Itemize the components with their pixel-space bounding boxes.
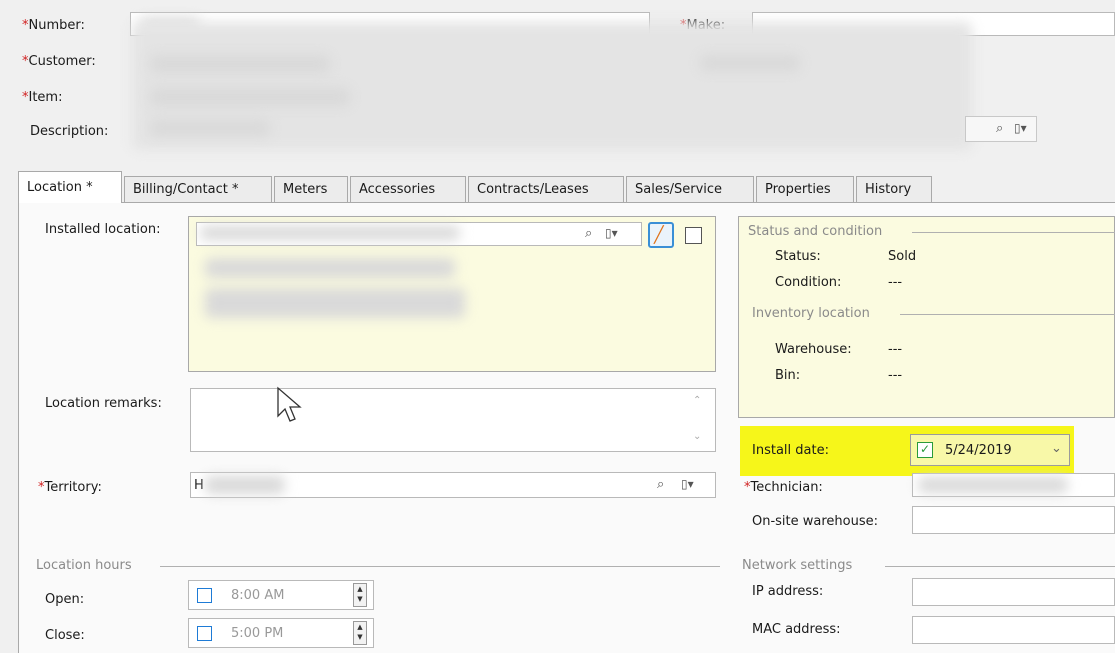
redacted-technician xyxy=(918,477,1068,493)
close-enable-checkbox[interactable] xyxy=(197,626,212,641)
location-remarks-field[interactable]: ⌃ ⌄ xyxy=(190,388,716,452)
inventory-group-title: Inventory location xyxy=(752,306,876,321)
lookup-menu-icon[interactable]: ▯▾ xyxy=(1014,121,1027,135)
close-time-spinner[interactable]: ▲ ▼ xyxy=(353,621,367,645)
technician-label: *Technician: xyxy=(744,480,823,495)
location-hours-divider xyxy=(160,566,720,567)
warehouse-value: --- xyxy=(888,342,903,357)
customer-label: *Customer: xyxy=(22,54,96,69)
tab-location[interactable]: Location * xyxy=(18,171,122,203)
redacted-address-line2 xyxy=(205,258,455,278)
ip-address-field[interactable] xyxy=(912,578,1115,606)
onsite-warehouse-field[interactable] xyxy=(912,506,1115,534)
scroll-up-icon[interactable]: ⌃ xyxy=(693,395,701,406)
open-time-picker[interactable]: 8:00 AM ▲ ▼ xyxy=(188,580,374,610)
location-remarks-label: Location remarks: xyxy=(45,396,162,411)
mac-address-field[interactable] xyxy=(912,616,1115,644)
redacted-customer xyxy=(150,55,330,73)
number-label: *Number: xyxy=(22,18,85,33)
status-value: Sold xyxy=(888,249,917,264)
close-label: Close: xyxy=(45,628,85,643)
search-icon[interactable]: ⌕ xyxy=(657,477,664,492)
tab-sales-service[interactable]: Sales/Service xyxy=(626,176,754,202)
redacted-address-line3 xyxy=(205,288,465,318)
redacted-model xyxy=(700,55,800,71)
bin-label: Bin: xyxy=(775,368,801,383)
bin-value: --- xyxy=(888,368,903,383)
network-settings-divider xyxy=(885,566,1115,567)
tab-properties[interactable]: Properties xyxy=(756,176,854,202)
item-label: *Item: xyxy=(22,90,63,105)
open-enable-checkbox[interactable] xyxy=(197,588,212,603)
install-date-value: 5/24/2019 xyxy=(945,443,1012,458)
lookup-menu-icon[interactable]: ▯▾ xyxy=(681,477,694,491)
tab-meters[interactable]: Meters xyxy=(274,176,348,202)
condition-label: Condition: xyxy=(775,275,842,290)
tab-accessories[interactable]: Accessories xyxy=(350,176,466,202)
onsite-warehouse-label: On-site warehouse: xyxy=(752,514,879,529)
open-time-spinner[interactable]: ▲ ▼ xyxy=(353,583,367,607)
status-label: Status: xyxy=(775,249,821,264)
mouse-cursor-icon xyxy=(277,386,302,422)
tab-billing-contact[interactable]: Billing/Contact * xyxy=(124,176,272,202)
chevron-down-icon[interactable]: ⌄ xyxy=(1051,441,1062,456)
lookup-menu-icon[interactable]: ▯▾ xyxy=(605,226,618,240)
territory-label: *Territory: xyxy=(38,480,102,495)
tab-history[interactable]: History xyxy=(856,176,932,202)
install-date-checkbox[interactable]: ✓ xyxy=(917,442,933,458)
description-lookup[interactable]: ⌕ ▯▾ xyxy=(965,116,1037,142)
scroll-down-icon[interactable]: ⌄ xyxy=(693,431,701,442)
inventory-divider xyxy=(900,314,1115,315)
redacted-address-line1 xyxy=(200,226,460,240)
redacted-item xyxy=(150,88,350,106)
location-checkbox[interactable] xyxy=(685,227,702,244)
edit-location-button[interactable]: ╱ xyxy=(648,222,674,248)
install-date-picker[interactable]: ✓ 5/24/2019 ⌄ xyxy=(910,434,1070,466)
description-label: Description: xyxy=(30,124,109,139)
status-divider xyxy=(912,232,1115,233)
ip-address-label: IP address: xyxy=(752,584,824,599)
pencil-icon: ╱ xyxy=(654,225,664,244)
network-settings-title: Network settings xyxy=(742,558,859,573)
status-group-title: Status and condition xyxy=(748,224,889,239)
redacted-territory xyxy=(205,476,285,494)
warehouse-label: Warehouse: xyxy=(775,342,852,357)
redacted-description xyxy=(150,120,270,136)
open-time-value: 8:00 AM xyxy=(231,588,285,603)
territory-value: H xyxy=(194,478,204,493)
install-date-label: Install date: xyxy=(752,443,829,458)
open-label: Open: xyxy=(45,592,85,607)
condition-value: --- xyxy=(888,275,903,290)
search-icon[interactable]: ⌕ xyxy=(585,226,592,241)
tab-contracts-leases[interactable]: Contracts/Leases xyxy=(468,176,624,202)
close-time-picker[interactable]: 5:00 PM ▲ ▼ xyxy=(188,618,374,648)
close-time-value: 5:00 PM xyxy=(231,626,284,641)
search-icon[interactable]: ⌕ xyxy=(996,121,1003,136)
mac-address-label: MAC address: xyxy=(752,622,841,637)
location-hours-title: Location hours xyxy=(36,558,138,573)
installed-location-label: Installed location: xyxy=(45,222,161,237)
